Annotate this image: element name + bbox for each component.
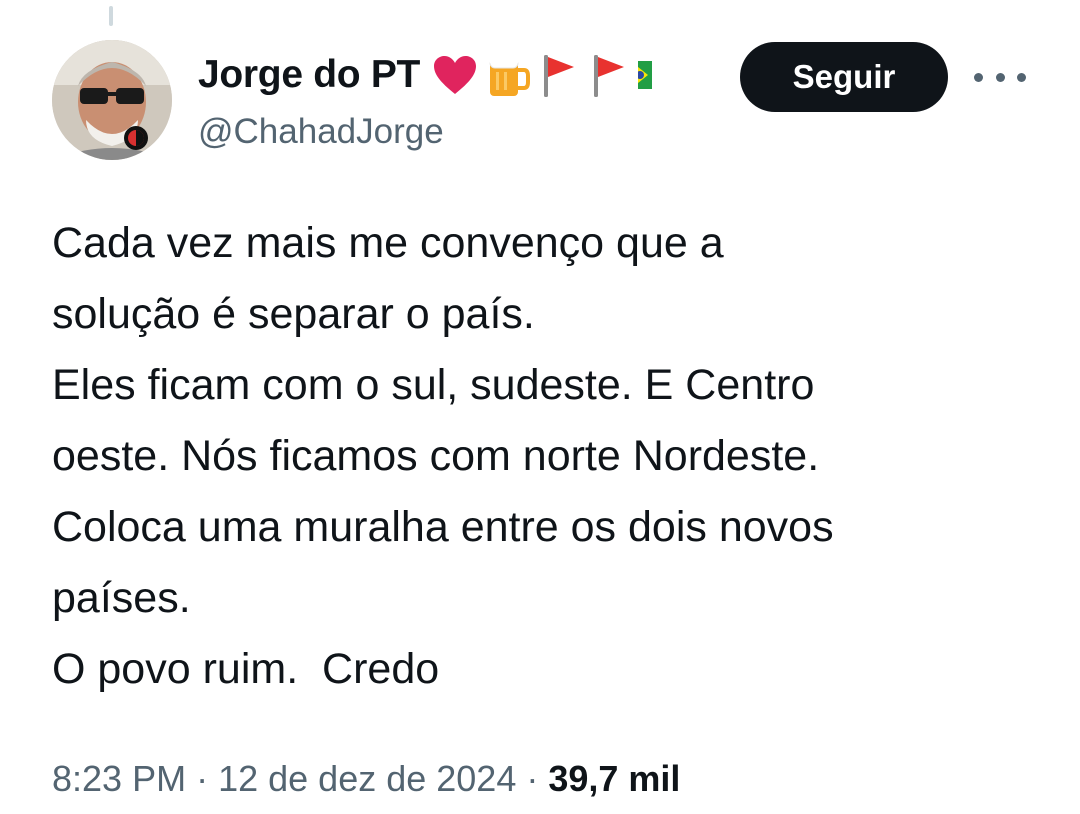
avatar-photo <box>52 40 172 160</box>
heart-icon <box>434 56 477 94</box>
tweet-header: Jorge do PT @ChahadJorge Seguir <box>52 40 1032 162</box>
dot-icon <box>995 72 1005 82</box>
author-display-name[interactable]: Jorge do PT <box>198 53 420 97</box>
name-emoji-row <box>432 51 653 99</box>
tweet-time[interactable]: 8:23 PM <box>52 758 186 800</box>
beer-mug-icon <box>489 52 531 96</box>
red-flag-icon <box>594 55 625 97</box>
tweet-date[interactable]: 12 de dez de 2024 <box>218 758 516 800</box>
red-flag-icon <box>544 55 575 97</box>
brazil-flag-icon <box>638 61 653 89</box>
dot-icon <box>974 72 983 82</box>
follow-button[interactable]: Seguir <box>740 42 948 112</box>
thread-connector-line <box>109 6 113 26</box>
tweet-metadata: 8:23 PM · 12 de dez de 2024 · 39,7 mil <box>52 758 680 800</box>
author-handle[interactable]: @ChahadJorge <box>198 112 652 152</box>
view-count[interactable]: 39,7 mil <box>548 758 680 800</box>
author-info: Jorge do PT @ChahadJorge <box>198 51 653 152</box>
meta-separator: · <box>196 758 209 799</box>
more-options-button[interactable] <box>974 60 1026 94</box>
avatar[interactable] <box>52 40 172 160</box>
author-name-row: Jorge do PT <box>198 51 653 99</box>
dot-icon <box>1017 72 1026 82</box>
tweet-text: Cada vez mais me convenço que a solução … <box>52 219 834 693</box>
meta-separator: · <box>526 758 539 799</box>
